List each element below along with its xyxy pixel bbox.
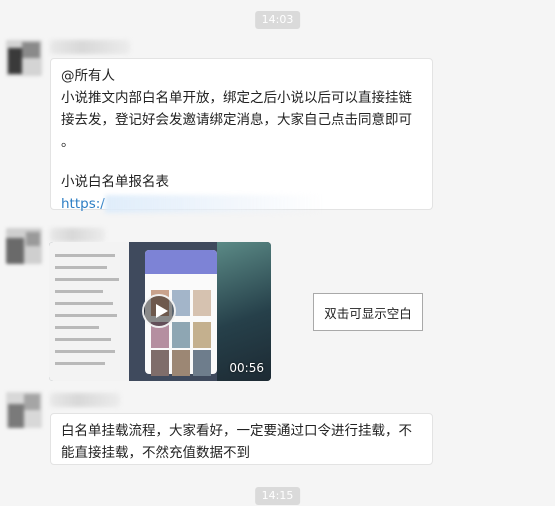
timestamp: 14:15 — [254, 487, 301, 505]
video-duration: 00:56 — [229, 361, 264, 375]
message-bubble[interactable]: @所有人 小说推文内部白名单开放，绑定之后小说以后可以直接挂链 接去发，登记好会… — [50, 58, 433, 213]
message-line: 。 — [61, 134, 75, 150]
message-line: 小说推文内部白名单开放，绑定之后小说以后可以直接挂链 — [61, 90, 412, 106]
link-blurred — [104, 195, 325, 213]
message-line: @所有人 — [61, 68, 115, 84]
message-line: 接去发，登记好会发邀请绑定消息，大家自己点击同意即可 — [61, 112, 412, 128]
play-icon[interactable] — [142, 294, 176, 328]
link-line[interactable]: https:/ — [61, 193, 422, 215]
message-line: 能直接挂载，不然充值数据不到 — [61, 445, 250, 461]
avatar[interactable] — [6, 228, 42, 264]
sender-name-blurred — [50, 228, 105, 242]
sender-name-blurred — [50, 40, 130, 54]
message-line — [61, 153, 422, 171]
avatar[interactable] — [6, 40, 42, 76]
show-blank-hint[interactable]: 双击可显示空白 — [313, 293, 423, 331]
link-text[interactable]: https:/ — [61, 196, 105, 212]
message-bubble[interactable]: 白名单挂载流程，大家看好，一定要通过口令进行挂载，不 能直接挂载，不然充值数据不… — [50, 413, 433, 465]
message-line: 白名单挂载流程，大家看好，一定要通过口令进行挂载，不 — [61, 423, 412, 439]
timestamp: 14:03 — [254, 11, 301, 29]
sender-name-blurred — [50, 393, 120, 407]
message-line: 小说白名单报名表 — [61, 174, 169, 190]
video-thumbnail-left — [49, 242, 129, 381]
video-message[interactable]: 00:56 — [49, 242, 271, 381]
avatar[interactable] — [6, 392, 42, 428]
